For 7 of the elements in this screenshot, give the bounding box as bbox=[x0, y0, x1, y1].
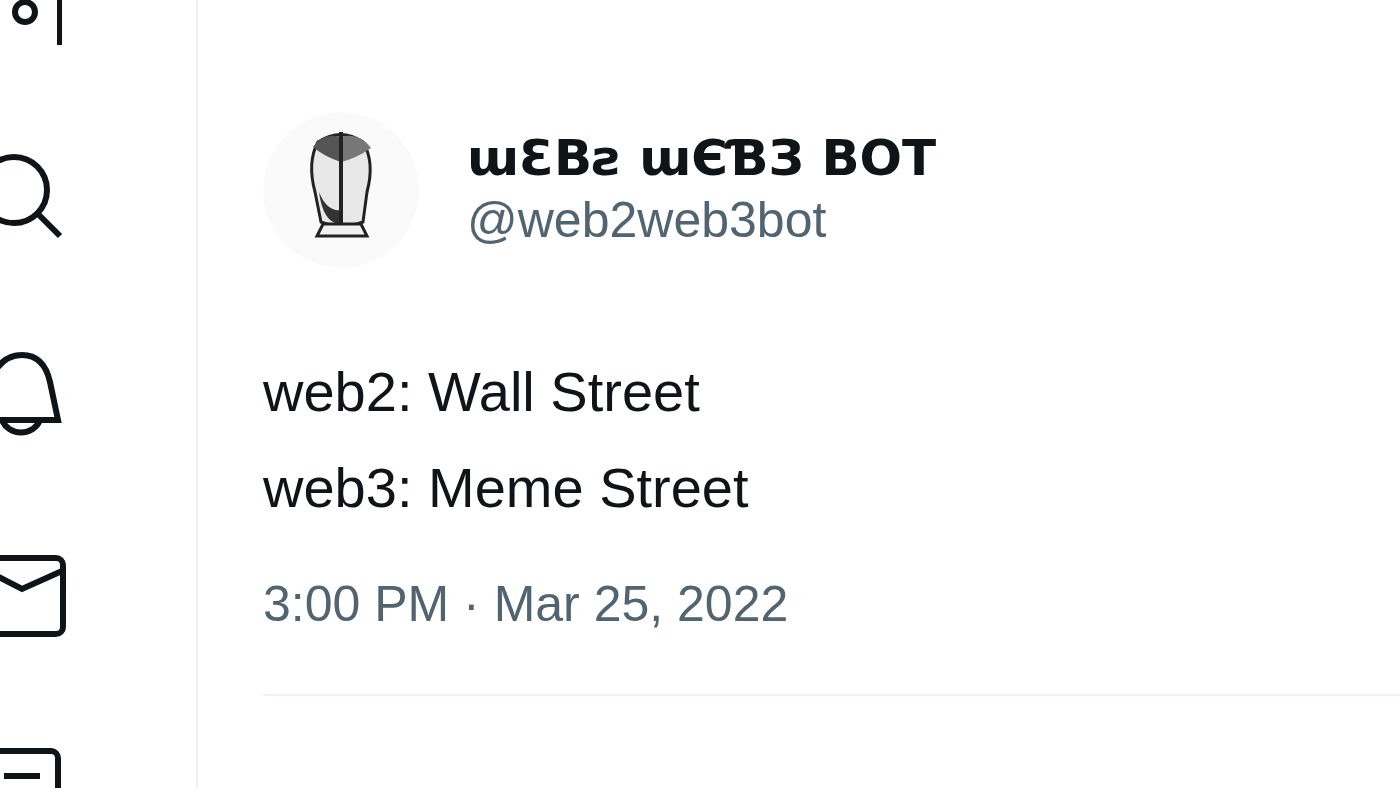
tweet-text: web3: Meme Street bbox=[263, 455, 750, 521]
tweet-text: web2: Wall Street bbox=[263, 359, 701, 425]
envelope-icon[interactable] bbox=[0, 555, 66, 637]
list-icon[interactable] bbox=[0, 748, 62, 788]
author-name[interactable]: ɯƐBƨ ɯЄƁЗ BOT bbox=[467, 128, 937, 188]
author-handle[interactable]: @web2web3bot bbox=[467, 188, 937, 252]
tweet-timestamp[interactable]: 3:00 PM · Mar 25, 2022 bbox=[263, 574, 1400, 634]
